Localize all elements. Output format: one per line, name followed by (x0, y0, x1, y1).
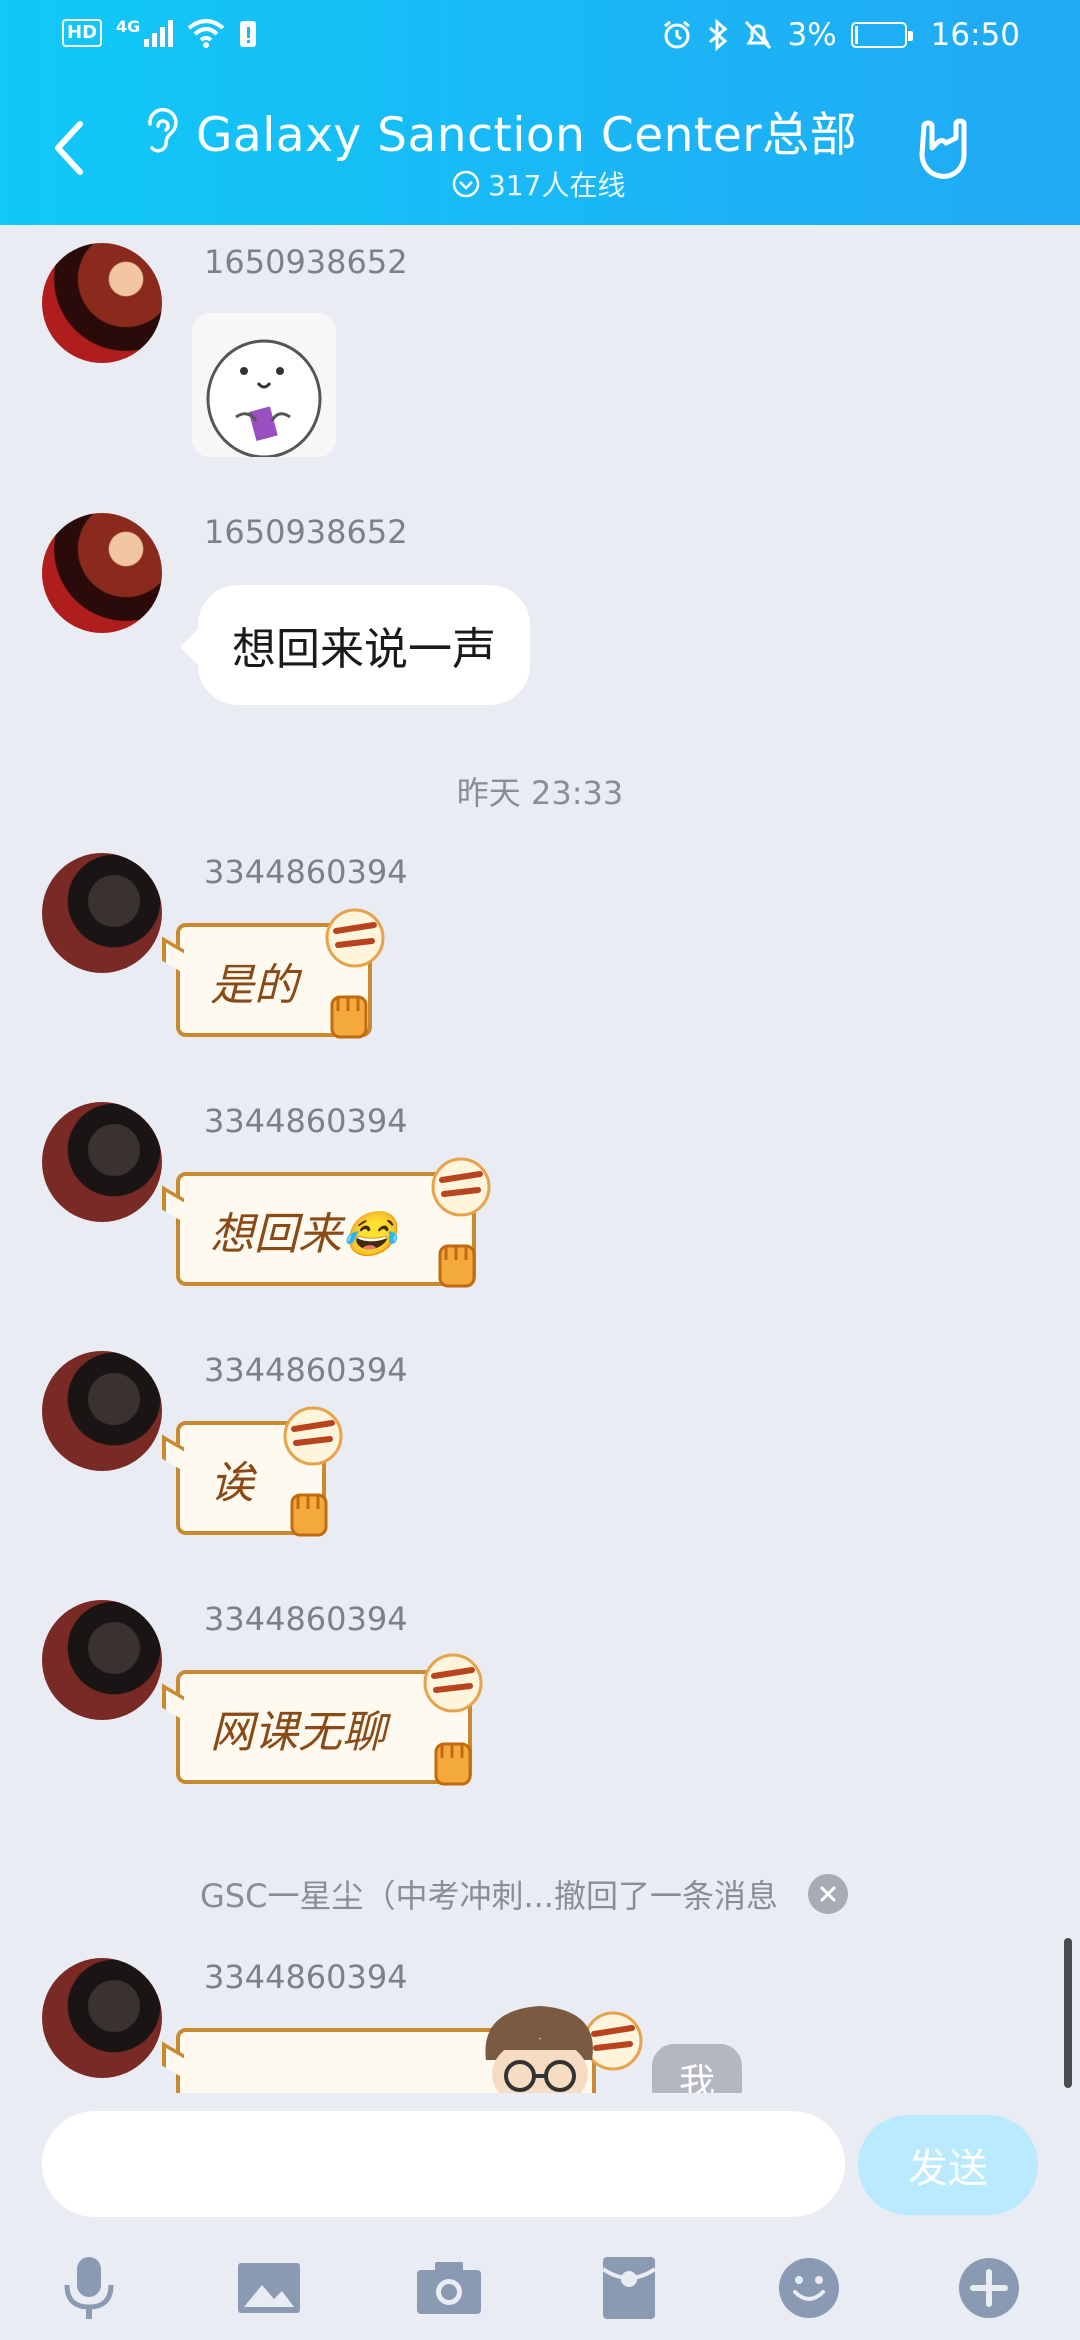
battery-alert-icon (240, 21, 257, 47)
image-icon (238, 2263, 300, 2313)
avatar[interactable] (42, 1351, 162, 1471)
wuhan-jiayou-badge-icon (431, 1157, 491, 1217)
back-button[interactable] (44, 118, 92, 178)
title-area[interactable]: Galaxy Sanction Center总部 (140, 96, 900, 165)
clock: 16:50 (930, 17, 1020, 53)
emoji-icon (779, 2258, 839, 2318)
close-icon (820, 1886, 836, 1902)
message-text: 是的 (210, 960, 298, 1011)
avatar[interactable] (42, 243, 162, 363)
red-packet-icon (601, 2257, 657, 2319)
recall-notice: GSC一星尘（中考冲刺...撤回了一条消息 (200, 1871, 848, 1917)
microphone-icon (64, 2257, 114, 2319)
group-title: Galaxy Sanction Center总部 (196, 108, 858, 163)
message-input[interactable] (42, 2111, 845, 2217)
send-button[interactable]: 发送 (858, 2115, 1038, 2215)
camera-icon (417, 2262, 481, 2314)
avatar[interactable] (42, 1958, 162, 2078)
sender-name: 1650938652 (204, 243, 408, 281)
wuhan-jiayou-badge-icon (325, 908, 385, 968)
network-type: 4G (116, 16, 141, 36)
fist-icon (434, 1742, 472, 1786)
cartoon-sticker-icon (192, 313, 336, 457)
avatar[interactable] (42, 853, 162, 973)
status-bar: HD 4G 3% 16:50 (0, 0, 1080, 72)
wuhan-jiayou-badge-icon (283, 1406, 343, 1466)
recall-text: GSC一星尘（中考冲刺...撤回了一条消息 (200, 1877, 778, 1915)
input-area: 发送 (0, 2093, 1080, 2340)
fist-icon (290, 1493, 328, 1537)
signal-icon (144, 19, 174, 47)
message-bubble[interactable]: 想回来说一声 (198, 585, 530, 705)
input-toolbar (0, 2243, 1080, 2340)
wifi-icon (188, 19, 225, 48)
online-count[interactable]: 317人在线 (452, 164, 625, 204)
sticker-image[interactable] (192, 313, 336, 457)
avatar[interactable] (42, 1102, 162, 1222)
sender-name: 1650938652 (204, 513, 408, 551)
online-count-text: 317人在线 (488, 169, 626, 202)
avatar[interactable] (42, 513, 162, 633)
red-packet-button[interactable] (594, 2253, 664, 2323)
message-list[interactable]: 1650938652 1650938652 想回来说一声 昨天 23:33 33… (0, 225, 1080, 2093)
message-text: 网课无聊 (210, 1707, 386, 1758)
scrollbar[interactable] (1064, 1938, 1072, 2088)
mute-icon (745, 20, 772, 50)
alarm-icon (664, 20, 691, 49)
battery-percent: 3% (787, 17, 837, 53)
avatar[interactable] (42, 1600, 162, 1720)
fist-icon (330, 995, 368, 1039)
chat-header: HD 4G 3% 16:50 Galaxy Sanction Center总部 … (0, 0, 1080, 225)
more-button[interactable] (954, 2253, 1024, 2323)
camera-button[interactable] (414, 2253, 484, 2323)
plus-icon (959, 2258, 1019, 2318)
emoji-button[interactable] (774, 2253, 844, 2323)
fist-icon (438, 1244, 476, 1288)
sender-name: 3344860394 (204, 1600, 408, 1638)
battery-icon (850, 22, 913, 48)
sender-name: 3344860394 (204, 1351, 408, 1389)
sender-name: 3344860394 (204, 853, 408, 891)
hd-badge: HD (62, 19, 103, 47)
ear-icon (148, 107, 178, 153)
image-button[interactable] (234, 2253, 304, 2323)
message-text: 想回来😂 (210, 1209, 397, 1260)
bluetooth-icon (709, 19, 728, 51)
rock-hand-icon[interactable] (912, 118, 976, 182)
voice-button[interactable] (54, 2253, 124, 2323)
message-text: 诶 (210, 1458, 254, 1509)
wuhan-jiayou-badge-icon (423, 1653, 483, 1713)
timestamp: 昨天 23:33 (456, 774, 624, 812)
sender-name: 3344860394 (204, 1102, 408, 1140)
sender-name: 3344860394 (204, 1958, 408, 1996)
close-notice-button[interactable] (807, 1874, 848, 1914)
chevron-left-icon (55, 121, 83, 175)
chevron-down-circle-icon (452, 170, 480, 198)
